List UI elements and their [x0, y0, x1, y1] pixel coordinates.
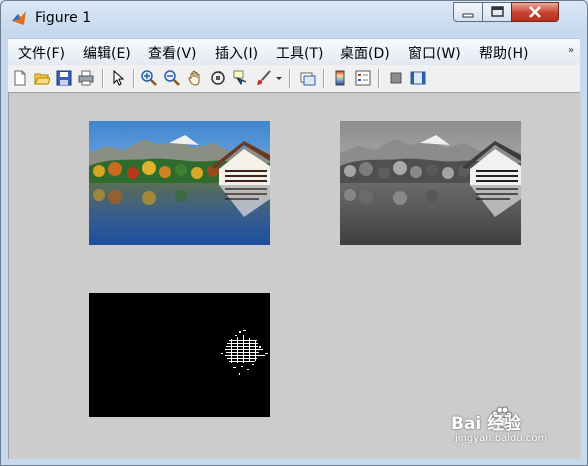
menu-window[interactable]: 窗口(W)	[408, 43, 461, 63]
axes-gray-image[interactable]	[340, 121, 521, 245]
axes-color-image[interactable]	[89, 121, 270, 245]
menu-desktop[interactable]: 桌面(D)	[340, 43, 390, 63]
menu-tools[interactable]: 工具(T)	[276, 43, 323, 63]
toolbar-separator	[133, 69, 135, 88]
hide-plot-tools-icon[interactable]	[388, 70, 404, 86]
menu-file[interactable]: 文件(F)	[18, 43, 65, 63]
title-bar[interactable]: Figure 1	[1, 1, 587, 35]
open-file-icon[interactable]	[34, 70, 50, 86]
axes-binary-image[interactable]	[89, 293, 270, 417]
menu-overflow-icon[interactable]: »	[568, 45, 574, 56]
toolbar-separator	[289, 69, 291, 88]
zoom-out-icon[interactable]	[164, 70, 180, 86]
window-title: Figure 1	[35, 10, 92, 26]
toolbar-separator	[323, 69, 325, 88]
minimize-button[interactable]	[453, 2, 483, 22]
brush-icon[interactable]	[256, 70, 272, 86]
print-icon[interactable]	[78, 70, 94, 86]
save-icon[interactable]	[56, 70, 72, 86]
baidu-watermark: Bai 经验 jingyan.baidu.com	[451, 405, 581, 455]
watermark-url: jingyan.baidu.com	[455, 433, 548, 444]
toolbar-separator	[102, 69, 104, 88]
select-arrow-icon[interactable]	[110, 70, 126, 86]
maximize-button[interactable]	[482, 2, 512, 22]
legend-icon[interactable]	[355, 70, 371, 86]
close-button[interactable]	[511, 2, 559, 22]
watermark-brand: Bai 经验	[451, 414, 522, 434]
figure-window: Figure 1 文件(F) 编辑(E) 查看(V) 插入(I) 工具(T) 桌…	[0, 0, 588, 466]
new-figure-icon[interactable]	[12, 70, 28, 86]
brush-dropdown-icon[interactable]	[274, 70, 284, 86]
menu-edit[interactable]: 编辑(E)	[83, 43, 131, 63]
close-icon	[529, 6, 541, 18]
pan-hand-icon[interactable]	[187, 70, 203, 86]
toolbar-separator	[378, 69, 380, 88]
zoom-in-icon[interactable]	[141, 70, 157, 86]
menu-view[interactable]: 查看(V)	[148, 43, 197, 63]
rotate-3d-icon[interactable]	[210, 70, 226, 86]
data-cursor-icon[interactable]	[233, 70, 249, 86]
matlab-app-icon	[12, 11, 26, 25]
link-plot-icon[interactable]	[300, 70, 316, 86]
figure-toolbar	[8, 65, 580, 93]
colorbar-icon[interactable]	[332, 70, 348, 86]
minimize-icon	[462, 13, 474, 18]
menu-help[interactable]: 帮助(H)	[479, 43, 528, 63]
show-plot-tools-icon[interactable]	[410, 70, 426, 86]
menu-bar: 文件(F) 编辑(E) 查看(V) 插入(I) 工具(T) 桌面(D) 窗口(W…	[8, 38, 580, 65]
maximize-icon	[491, 6, 504, 17]
menu-insert[interactable]: 插入(I)	[215, 43, 258, 63]
